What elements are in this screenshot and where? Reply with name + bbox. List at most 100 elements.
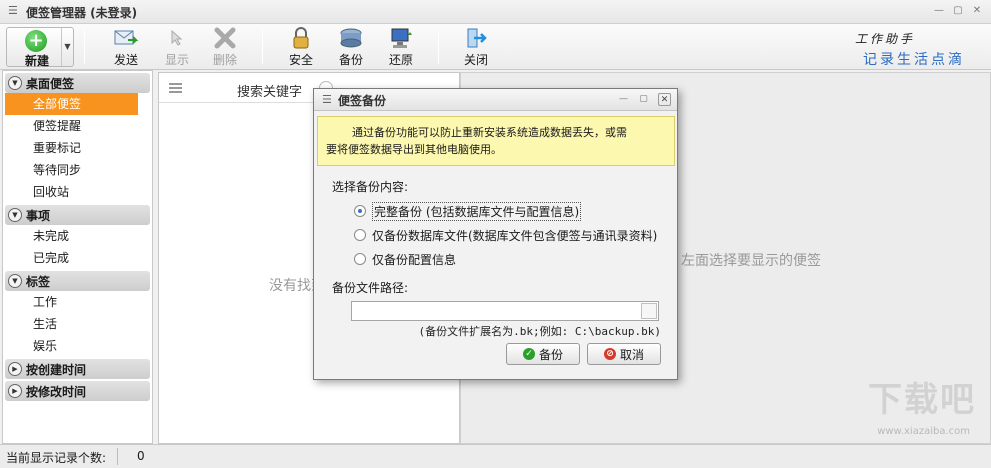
sidebar-item-important[interactable]: 重要标记	[3, 137, 152, 159]
toolbar-divider	[84, 30, 85, 64]
sidebar-item-complete[interactable]: 已完成	[3, 247, 152, 269]
sidebar-group-label: 事项	[26, 208, 51, 223]
app-titlebar: ☰ 便签管理器 (未登录) — ▢ ✕	[0, 0, 991, 24]
toolbar-divider	[262, 30, 263, 64]
option-label: 完整备份 (包括数据库文件与配置信息)	[372, 201, 582, 221]
sidebar-group-label: 按修改时间	[26, 384, 87, 399]
show-button[interactable]: 显示	[155, 26, 199, 68]
sidebar-item-recycle-bin[interactable]: 回收站	[3, 181, 152, 203]
window-title: 便签管理器 (未登录)	[26, 6, 138, 20]
cancel-button-label: 取消	[619, 347, 644, 362]
sidebar-item-incomplete[interactable]: 未完成	[3, 225, 152, 247]
close-icon[interactable]: ✕	[970, 4, 984, 18]
status-divider	[117, 448, 118, 465]
main-toolbar: + 新建 ▼ 发送 显示 删除 安全 备份 还原 关闭 工作助手 记录生活点滴	[0, 24, 991, 70]
restore-computer-icon	[388, 26, 414, 50]
exit-icon	[463, 26, 489, 50]
delete-x-icon	[212, 26, 238, 50]
browse-button[interactable]	[641, 303, 657, 319]
notice-line2: 要将便签数据导出到其他电脑使用。	[326, 143, 502, 156]
sidebar-group-tasks[interactable]: ▼ 事项	[5, 205, 150, 225]
sidebar-group-by-created[interactable]: ▶ 按创建时间	[5, 359, 150, 379]
backup-path-hint: (备份文件扩展名为.bk;例如: C:\backup.bk)	[418, 325, 661, 338]
empty-detail-message: 左面选择要显示的便签	[681, 253, 821, 269]
backup-button-label: 备份	[338, 53, 363, 67]
collapse-icon: ▼	[8, 274, 22, 288]
menu-icon[interactable]: ☰	[322, 94, 332, 106]
expand-icon: ▶	[8, 384, 22, 398]
brand-line1: 工作助手	[854, 32, 915, 46]
maximize-icon[interactable]: ▢	[951, 4, 965, 18]
option-full-backup[interactable]: 完整备份 (包括数据库文件与配置信息)	[354, 201, 582, 221]
sidebar-group-desktop-notes[interactable]: ▼ 桌面便签	[5, 73, 150, 93]
backup-path-field[interactable]	[351, 301, 659, 321]
restore-button-label: 还原	[388, 53, 413, 67]
status-bar: 当前显示记录个数: 0	[0, 444, 991, 468]
menu-icon[interactable]: ☰	[8, 5, 20, 17]
record-count-value: 0	[137, 449, 145, 463]
collapse-icon: ▼	[8, 208, 22, 222]
option-config-only[interactable]: 仅备份配置信息	[354, 250, 456, 268]
show-button-label: 显示	[164, 53, 189, 67]
close-button-label: 关闭	[463, 53, 488, 67]
cancel-button[interactable]: ⊘ 取消	[587, 343, 661, 365]
backup-dialog: ☰ 便签备份 — ▢ ✕ 通过备份功能可以防止重新安装系统造成数据丢失，或需 要…	[313, 88, 678, 380]
list-view-icon[interactable]	[169, 83, 182, 93]
sidebar-group-label: 标签	[26, 274, 51, 289]
search-input[interactable]: 搜索关键字	[237, 81, 302, 100]
collapse-icon: ▼	[8, 76, 22, 90]
close-button[interactable]: 关闭	[454, 26, 498, 68]
radio-full-backup[interactable]	[354, 205, 366, 217]
record-count-label: 当前显示记录个数:	[6, 451, 107, 465]
sidebar-item-work[interactable]: 工作	[3, 291, 152, 313]
backup-button[interactable]: 备份	[329, 26, 373, 68]
new-button[interactable]: + 新建 ▼	[6, 27, 74, 68]
backup-confirm-button[interactable]: ✓ 备份	[506, 343, 580, 365]
brand-logo: 工作助手 记录生活点滴	[845, 30, 965, 69]
check-icon: ✓	[522, 348, 535, 360]
option-label: 仅备份数据库文件(数据库文件包含便签与通讯录资料)	[372, 228, 658, 243]
dialog-title: 便签备份	[338, 94, 387, 108]
sidebar-group-tags[interactable]: ▼ 标签	[5, 271, 150, 291]
radio-config-only[interactable]	[354, 253, 366, 265]
cursor-icon	[164, 26, 190, 50]
sidebar-item-all-notes[interactable]: 全部便签	[5, 93, 138, 115]
chevron-down-icon[interactable]: ▼	[61, 28, 73, 66]
send-mail-icon	[113, 26, 139, 50]
security-button-label: 安全	[288, 53, 313, 67]
sidebar-group-label: 桌面便签	[26, 76, 75, 91]
toolbar-divider	[438, 30, 439, 64]
send-button[interactable]: 发送	[104, 26, 148, 68]
backup-disk-icon	[338, 26, 364, 50]
sidebar-item-life[interactable]: 生活	[3, 313, 152, 335]
minimize-icon[interactable]: —	[932, 4, 946, 18]
backup-content-label: 选择备份内容:	[332, 180, 409, 194]
security-button[interactable]: 安全	[279, 26, 323, 68]
sidebar-group-by-modified[interactable]: ▶ 按修改时间	[5, 381, 150, 401]
notice-line1: 通过备份功能可以防止重新安装系统造成数据丢失，或需	[352, 126, 627, 139]
sidebar-item-reminders[interactable]: 便签提醒	[3, 115, 152, 137]
minimize-icon[interactable]: —	[617, 93, 630, 106]
delete-button[interactable]: 删除	[203, 26, 247, 68]
plus-icon: +	[25, 30, 47, 52]
watermark-url: www.xiazaiba.com	[877, 426, 970, 437]
sidebar-group-label: 按创建时间	[26, 362, 87, 377]
sidebar-item-entertainment[interactable]: 娱乐	[3, 335, 152, 357]
radio-database-only[interactable]	[354, 229, 366, 241]
close-icon[interactable]: ✕	[658, 93, 671, 106]
watermark-logo: 下载吧	[868, 380, 976, 420]
new-button-label: 新建	[24, 54, 49, 68]
backup-notice: 通过备份功能可以防止重新安装系统造成数据丢失，或需 要将便签数据导出到其他电脑使…	[317, 116, 675, 166]
option-label: 仅备份配置信息	[372, 252, 457, 267]
restore-button[interactable]: 还原	[379, 26, 423, 68]
lock-icon	[288, 26, 314, 50]
delete-button-label: 删除	[212, 53, 237, 67]
send-button-label: 发送	[113, 53, 138, 67]
maximize-icon[interactable]: ▢	[637, 93, 650, 106]
sidebar-item-pending-sync[interactable]: 等待同步	[3, 159, 152, 181]
backup-confirm-label: 备份	[538, 347, 563, 362]
expand-icon: ▶	[8, 362, 22, 376]
backup-path-label: 备份文件路径:	[332, 281, 409, 295]
dialog-titlebar[interactable]: ☰ 便签备份 — ▢ ✕	[314, 89, 677, 111]
option-database-only[interactable]: 仅备份数据库文件(数据库文件包含便签与通讯录资料)	[354, 226, 657, 244]
